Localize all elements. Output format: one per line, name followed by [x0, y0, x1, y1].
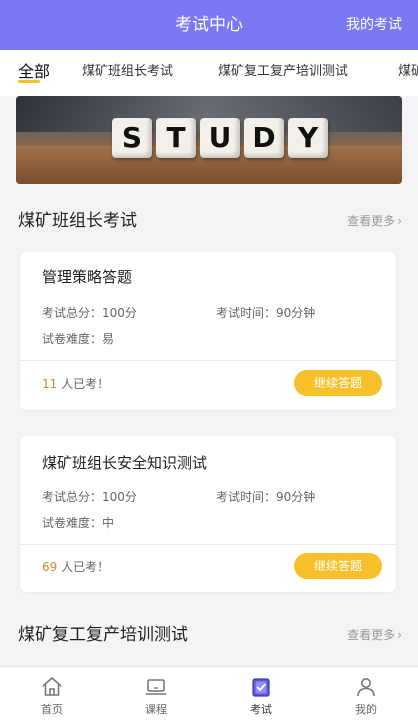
card-divider	[20, 360, 396, 361]
home-icon	[42, 677, 62, 696]
nav-courses[interactable]: 课程	[116, 671, 196, 719]
carousel-dots[interactable]	[214, 174, 230, 178]
view-more-label: 查看更多	[347, 214, 396, 228]
exam-total-score: 考试总分：100分	[42, 306, 137, 320]
my-exams-link[interactable]: 我的考试	[346, 0, 402, 50]
die-letter: Y	[288, 118, 328, 158]
view-more-label: 查看更多	[347, 628, 396, 642]
nav-label: 考试	[250, 703, 272, 716]
continue-exam-button[interactable]: 继续答题	[294, 553, 382, 579]
nav-label: 课程	[145, 703, 167, 716]
view-more-link[interactable]: 查看更多 ›	[347, 212, 402, 229]
exam-name: 管理策略答题	[42, 268, 133, 286]
exam-difficulty: 试卷难度：易	[42, 332, 115, 346]
exam-difficulty: 试卷难度：中	[42, 516, 115, 530]
exam-name: 煤矿班组长安全知识测试	[42, 454, 208, 472]
die-letter: U	[200, 118, 240, 158]
category-tabs: 全部 煤矿班组长考试 煤矿复工复产培训测试 煤矿	[0, 50, 418, 96]
nav-label: 首页	[41, 703, 63, 716]
participant-count: 69 人已考！	[42, 560, 110, 574]
exam-icon	[252, 678, 270, 697]
app-header: 考试中心 我的考试	[0, 0, 418, 50]
die-letter: D	[244, 118, 284, 158]
exam-card[interactable]: 管理策略答题 考试总分：100分 考试时间：90分钟 试卷难度：易 11 人已考…	[20, 252, 396, 410]
die-letter: S	[112, 118, 152, 158]
bottom-navigation: 首页 课程 考试 我的	[0, 666, 418, 720]
exam-card[interactable]: 煤矿班组长安全知识测试 考试总分：100分 考试时间：90分钟 试卷难度：中 6…	[20, 436, 396, 592]
section-title: 煤矿复工复产培训测试	[18, 625, 188, 645]
tab-all[interactable]: 全部	[18, 50, 50, 96]
participant-count: 11 人已考！	[42, 377, 110, 391]
exam-duration: 考试时间：90分钟	[216, 490, 316, 504]
user-icon	[357, 678, 375, 697]
view-more-link[interactable]: 查看更多 ›	[347, 626, 402, 643]
exam-total-score: 考试总分：100分	[42, 490, 137, 504]
exam-duration: 考试时间：90分钟	[216, 306, 316, 320]
die-letter: T	[156, 118, 196, 158]
tab-coal-mine[interactable]: 煤矿	[398, 50, 418, 96]
tab-team-leader-exam[interactable]: 煤矿班组长考试	[82, 50, 173, 96]
study-dice: S T U D Y	[112, 118, 328, 164]
card-divider	[20, 544, 396, 545]
nav-profile[interactable]: 我的	[326, 671, 406, 719]
active-tab-indicator	[18, 80, 40, 83]
section-title: 煤矿班组长考试	[18, 211, 137, 231]
continue-exam-button[interactable]: 继续答题	[294, 370, 382, 396]
chevron-right-icon: ›	[397, 214, 402, 228]
study-banner[interactable]: S T U D Y	[16, 96, 402, 184]
tab-resumption-training[interactable]: 煤矿复工复产培训测试	[218, 50, 348, 96]
nav-label: 我的	[355, 703, 377, 716]
nav-home[interactable]: 首页	[12, 671, 92, 719]
laptop-icon	[146, 679, 166, 695]
nav-exams[interactable]: 考试	[221, 671, 301, 719]
chevron-right-icon: ›	[397, 628, 402, 642]
